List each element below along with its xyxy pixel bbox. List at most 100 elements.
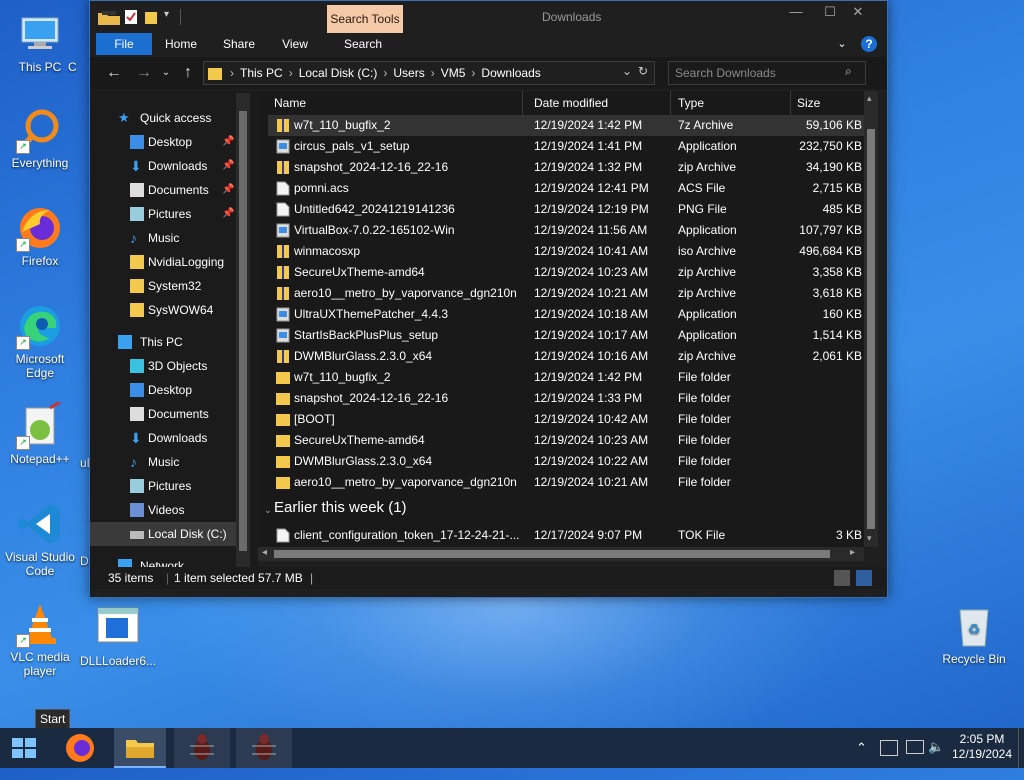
volume-muted-icon[interactable]: 🔈	[928, 739, 944, 779]
nav-documents[interactable]: Documents 📌	[90, 178, 240, 202]
minimize-button[interactable]: —	[778, 1, 814, 25]
show-hidden-icons-icon[interactable]: ⌃	[856, 740, 867, 780]
tab-share[interactable]: Share	[214, 33, 264, 55]
collapse-chevron-icon[interactable]: ⌄	[264, 505, 272, 516]
scroll-left-icon[interactable]: ◂	[262, 547, 267, 558]
file-row[interactable]: DWMBlurGlass.2.3.0_x64 12/19/2024 10:22 A…	[268, 451, 864, 472]
desktop-icon-recycle-bin[interactable]: ♻ Recycle Bin	[936, 602, 1012, 666]
file-row[interactable]: SecureUxTheme-amd64 12/19/2024 10:23 AM Fi…	[268, 430, 864, 451]
file-row[interactable]: [BOOT] 12/19/2024 10:42 AM File folder	[268, 409, 864, 430]
file-row[interactable]: client_configuration_token_17-12-24-21-.…	[268, 525, 864, 546]
nav-pictures[interactable]: Pictures 📌	[90, 202, 240, 226]
help-icon[interactable]: ?	[861, 36, 877, 52]
nav-network[interactable]: Network	[90, 554, 240, 567]
file-row[interactable]: circus_pals_v1_setup 12/19/2024 1:41 PM Ap…	[268, 136, 864, 157]
tab-search-tools[interactable]: Search Tools	[327, 5, 403, 33]
scroll-down-icon[interactable]: ▾	[867, 533, 872, 544]
file-row[interactable]: StartIsBackPlusPlus_setup 12/19/2024 10:1…	[268, 325, 864, 346]
nav-pc-desktop[interactable]: Desktop	[90, 378, 240, 402]
file-row[interactable]: snapshot_2024-12-16_22-16 12/19/2024 1:32…	[268, 157, 864, 178]
tab-file[interactable]: File	[96, 33, 152, 55]
nav-quick-access[interactable]: ★ Quick access	[90, 106, 240, 130]
tab-view[interactable]: View	[270, 33, 320, 55]
desktop-icon-this-pc[interactable]: This PC	[2, 10, 78, 74]
network-monitor-icon[interactable]	[906, 740, 924, 754]
file-row[interactable]: winmacosxp 12/19/2024 10:41 AM iso Archive…	[268, 241, 864, 262]
taskbar-app-bug-2[interactable]	[236, 728, 292, 768]
details-view-icon[interactable]	[834, 570, 850, 586]
close-button[interactable]: ✕	[840, 1, 876, 25]
nav-pane-scrollbar[interactable]	[236, 93, 250, 567]
file-row[interactable]: snapshot_2024-12-16_22-16 12/19/2024 1:33…	[268, 388, 864, 409]
taskbar-file-explorer[interactable]	[114, 728, 166, 768]
scroll-up-icon[interactable]: ▴	[867, 93, 872, 104]
file-row[interactable]: pomni.acs 12/19/2024 12:41 PM ACS File 2,71…	[268, 178, 864, 199]
refresh-icon[interactable]: ↻	[638, 64, 648, 78]
column-header-name[interactable]: Name	[268, 91, 523, 115]
clock[interactable]: 2:05 PM 12/19/2024	[950, 732, 1014, 762]
desktop-icon-vlc[interactable]: ↗ VLC media player	[2, 600, 78, 678]
up-arrow-icon[interactable]: ↑	[178, 63, 198, 83]
action-center-icon[interactable]	[880, 740, 898, 756]
taskbar-app-bug-1[interactable]	[174, 728, 230, 768]
address-bar[interactable]: › This PC › Local Disk (C:) › Users › VM…	[203, 61, 655, 85]
nav-downloads[interactable]: ⬇ Downloads 📌	[90, 154, 240, 178]
nav-pc-documents[interactable]: Documents	[90, 402, 240, 426]
expand-ribbon-icon[interactable]: ⌄	[834, 33, 850, 55]
nav-this-pc[interactable]: This PC	[90, 330, 240, 354]
forward-arrow-icon[interactable]: →	[134, 63, 154, 83]
tab-search[interactable]: Search	[336, 33, 390, 55]
show-desktop-button[interactable]	[1018, 728, 1024, 768]
nav-music[interactable]: ♪ Music	[90, 226, 240, 250]
tab-home[interactable]: Home	[156, 33, 206, 55]
scrollbar-thumb[interactable]	[867, 129, 875, 529]
desktop-icon-firefox[interactable]: ↗ Firefox	[2, 204, 78, 268]
customize-qat-icon[interactable]: ▾	[164, 9, 174, 25]
title-bar[interactable]: ▾ Search Tools Downloads — ☐ ✕	[90, 1, 887, 33]
search-input[interactable]	[669, 62, 847, 84]
file-row[interactable]: w7t_110_bugfix_2 12/19/2024 1:42 PM File f…	[268, 367, 864, 388]
new-folder-icon[interactable]	[144, 9, 158, 25]
file-row[interactable]: VirtualBox-7.0.22-165102-Win 12/19/2024 1…	[268, 220, 864, 241]
nav-pc-videos[interactable]: Videos	[90, 498, 240, 522]
file-row[interactable]: DWMBlurGlass.2.3.0_x64 12/19/2024 10:16 A…	[268, 346, 864, 367]
nav-nvidialogging[interactable]: NvidiaLogging	[90, 250, 240, 274]
nav-system32[interactable]: System32	[90, 274, 240, 298]
nav-pc-pictures[interactable]: Pictures	[90, 474, 240, 498]
nav-pc-music[interactable]: ♪ Music	[90, 450, 240, 474]
file-list[interactable]: Name Date modified Type Size w7t_110_bug…	[258, 91, 870, 547]
file-list-scrollbar[interactable]: ▴ ▾	[864, 91, 878, 547]
explorer-window[interactable]: ▾ Search Tools Downloads — ☐ ✕ File Home…	[89, 0, 888, 598]
start-button[interactable]	[0, 728, 48, 768]
properties-icon[interactable]	[124, 9, 138, 25]
nav-syswow64[interactable]: SysWOW64	[90, 298, 240, 322]
column-header-type[interactable]: Type	[672, 91, 791, 115]
file-row[interactable]: Untitled642_20241219141236 12/19/2024 12:…	[268, 199, 864, 220]
file-row[interactable]: SecureUxTheme-amd64 12/19/2024 10:23 AM zi…	[268, 262, 864, 283]
scrollbar-thumb[interactable]	[239, 111, 247, 551]
nav-3d-objects[interactable]: 3D Objects	[90, 354, 240, 378]
nav-pc-downloads[interactable]: ⬇ Downloads	[90, 426, 240, 450]
breadcrumb-local-disk[interactable]: Local Disk (C:)	[299, 62, 378, 84]
address-dropdown-icon[interactable]: ⌄	[622, 64, 632, 78]
desktop-icon-edge[interactable]: ↗ Microsoft Edge	[2, 302, 78, 380]
breadcrumb-downloads[interactable]: Downloads	[481, 62, 540, 84]
file-row[interactable]: w7t_110_bugfix_2 12/19/2024 1:42 PM 7z Arc…	[268, 115, 864, 136]
column-header-size[interactable]: Size	[791, 91, 863, 115]
scroll-right-icon[interactable]: ▸	[850, 547, 855, 558]
large-icons-view-icon[interactable]	[856, 570, 872, 586]
breadcrumb-this-pc[interactable]: This PC	[240, 62, 283, 84]
column-header-date[interactable]: Date modified	[528, 91, 671, 115]
breadcrumb-users[interactable]: Users	[393, 62, 424, 84]
desktop-icon-notepadpp[interactable]: ↗ Notepad++	[2, 400, 78, 466]
group-header-earlier-this-week[interactable]: Earlier this week (1)	[274, 499, 407, 516]
back-arrow-icon[interactable]: ←	[104, 63, 124, 83]
desktop-icon-everything[interactable]: ↗ Everything	[2, 106, 78, 170]
file-row[interactable]: aero10__metro_by_vaporvance_dgn210n 12/19…	[268, 283, 864, 304]
file-list-hscrollbar[interactable]: ◂ ▸	[258, 547, 864, 561]
breadcrumb-vm5[interactable]: VM5	[441, 62, 466, 84]
desktop-icon-vscode[interactable]: Visual Studio Code	[2, 500, 78, 578]
search-icon[interactable]: ⌕	[845, 64, 852, 79]
file-row[interactable]: UltraUXThemePatcher_4.4.3 12/19/2024 10:1…	[268, 304, 864, 325]
recent-locations-icon[interactable]: ⌄	[156, 63, 176, 83]
